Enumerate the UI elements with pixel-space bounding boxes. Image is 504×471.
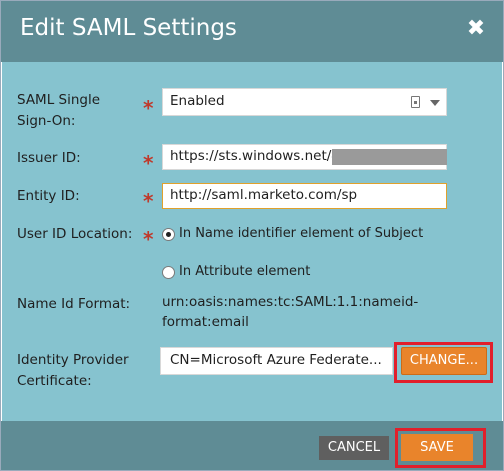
entity-input[interactable]: http://saml.marketo.com/sp: [162, 183, 447, 209]
required-asterisk: *: [143, 227, 154, 251]
required-asterisk: *: [143, 189, 154, 213]
cert-label: Identity Provider Certificate:: [17, 352, 129, 389]
lock-icon: [411, 96, 420, 108]
save-button[interactable]: SAVE: [401, 434, 473, 461]
radio-name-identifier[interactable]: In Name identifier element of Subject: [162, 225, 442, 245]
issuer-label: Issuer ID:: [17, 150, 81, 166]
sso-label: SAML Single Sign-On:: [17, 92, 101, 129]
redacted-block: [332, 149, 447, 165]
radio-attribute-element[interactable]: In Attribute element: [162, 263, 362, 283]
required-asterisk: *: [143, 151, 154, 175]
entity-input-value: http://saml.marketo.com/sp: [170, 187, 358, 203]
nameid-value: urn:oasis:names:tc:SAML:1.1:nameid-forma…: [162, 294, 419, 330]
change-certificate-button[interactable]: CHANGE...: [401, 347, 487, 375]
sso-select-value: Enabled: [170, 93, 225, 109]
issuer-input-value: https://sts.windows.net/4: [170, 148, 340, 164]
certificate-value: CN=Microsoft Azure Federate...: [170, 352, 382, 368]
entity-label: Entity ID:: [17, 188, 80, 204]
certificate-field: CN=Microsoft Azure Federate...: [160, 347, 393, 375]
close-icon[interactable]: ✖: [464, 15, 488, 43]
sso-select[interactable]: Enabled: [162, 88, 447, 116]
radio-button[interactable]: [162, 228, 175, 241]
radio-button[interactable]: [162, 266, 175, 279]
chevron-down-icon[interactable]: [430, 100, 440, 106]
required-asterisk: *: [143, 96, 154, 120]
userid-label: User ID Location:: [17, 226, 133, 242]
radio-label: In Name identifier element of Subject: [179, 226, 424, 241]
dialog-header: Edit SAML Settings ✖: [0, 0, 504, 62]
issuer-input[interactable]: https://sts.windows.net/4: [162, 144, 447, 170]
edit-saml-dialog: Edit SAML Settings ✖ SAML Single Sign-On…: [0, 0, 504, 471]
nameid-label: Name Id Format:: [17, 296, 131, 312]
dialog-title: Edit SAML Settings: [20, 15, 237, 41]
radio-label: In Attribute element: [179, 264, 311, 279]
cancel-button[interactable]: CANCEL: [319, 436, 389, 460]
